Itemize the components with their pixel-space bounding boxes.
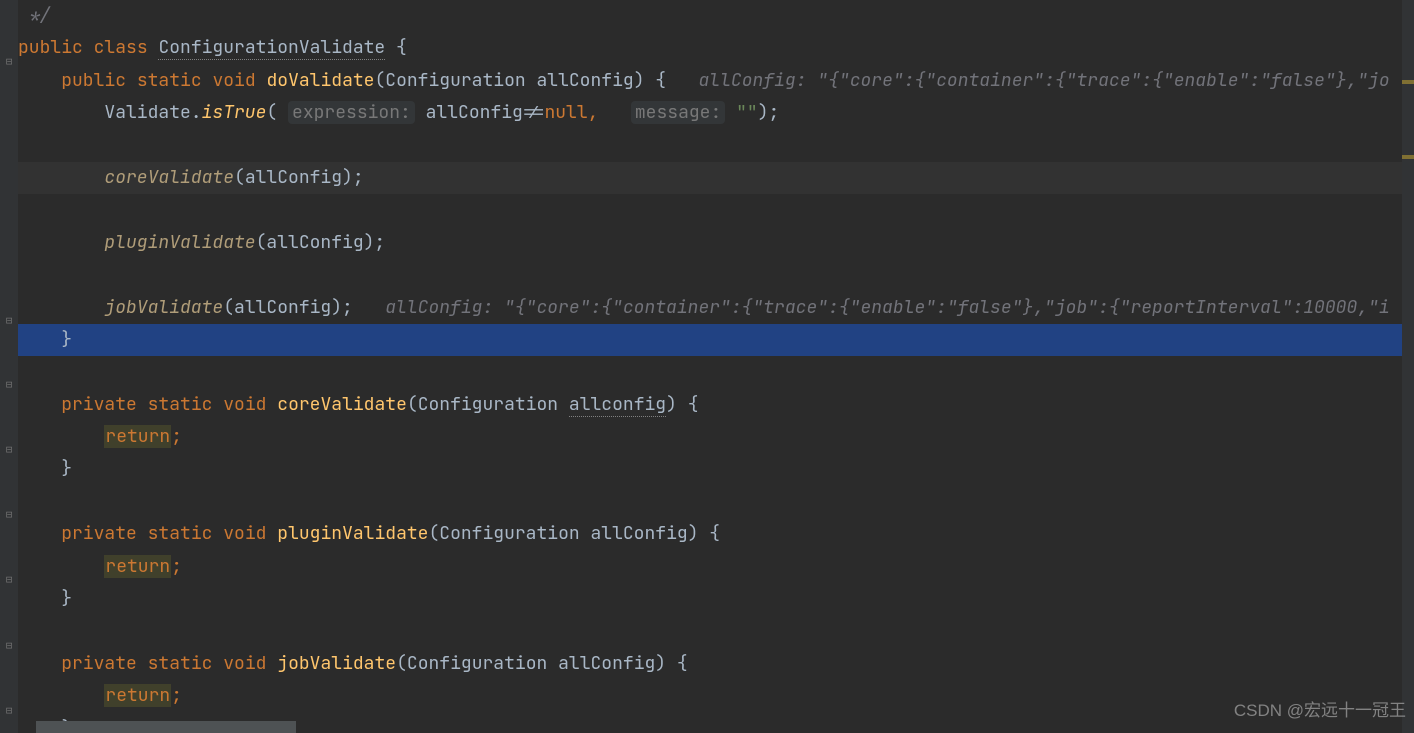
- code-line[interactable]: jobValidate(allConfig); allConfig: "{"co…: [18, 292, 1414, 324]
- warning-marker[interactable]: [1402, 155, 1414, 159]
- horizontal-scrollbar[interactable]: [36, 721, 1414, 733]
- code-line[interactable]: return;: [18, 421, 1414, 453]
- code-editor[interactable]: ⊟ ⊟ ⊟ ⊟ ⊟ ⊟ ⊟ ⊟ */ public class ConfigurationVa…: [0, 0, 1414, 733]
- code-line[interactable]: private static void jobValidate(Configur…: [18, 648, 1414, 680]
- code-line[interactable]: return;: [18, 680, 1414, 712]
- code-line[interactable]: [18, 130, 1414, 162]
- inlay-hint: allConfig: "{"core":{"container":{"trace…: [699, 69, 1390, 92]
- gutter: ⊟ ⊟ ⊟ ⊟ ⊟ ⊟ ⊟ ⊟: [0, 0, 18, 733]
- code-line[interactable]: private static void coreValidate(Configu…: [18, 389, 1414, 421]
- fold-icon[interactable]: ⊟: [3, 444, 15, 456]
- code-line[interactable]: [18, 615, 1414, 647]
- fold-icon[interactable]: ⊟: [3, 509, 15, 521]
- code-line[interactable]: }: [18, 453, 1414, 485]
- code-area[interactable]: */ public class ConfigurationValidate { …: [18, 0, 1414, 733]
- code-line[interactable]: public static void doValidate(Configurat…: [18, 65, 1414, 97]
- scroll-thumb[interactable]: [36, 721, 296, 733]
- warning-marker[interactable]: [1402, 80, 1414, 84]
- param-hint: expression:: [288, 101, 415, 124]
- code-line[interactable]: coreValidate(allConfig);: [18, 162, 1414, 194]
- code-line[interactable]: private static void pluginValidate(Confi…: [18, 518, 1414, 550]
- code-line[interactable]: [18, 356, 1414, 388]
- code-line[interactable]: [18, 486, 1414, 518]
- inlay-hint: allConfig: "{"core":{"container":{"trace…: [385, 296, 1389, 319]
- fold-icon[interactable]: ⊟: [3, 705, 15, 717]
- code-line[interactable]: public class ConfigurationValidate {: [18, 32, 1414, 64]
- code-line[interactable]: */: [18, 0, 1414, 32]
- execution-line[interactable]: }: [18, 324, 1414, 356]
- fold-icon[interactable]: ⊟: [3, 315, 15, 327]
- code-line[interactable]: Validate.isTrue( expression: allConfig!=…: [18, 97, 1414, 129]
- code-line[interactable]: [18, 194, 1414, 226]
- error-stripe[interactable]: [1402, 0, 1414, 733]
- code-line[interactable]: return;: [18, 551, 1414, 583]
- param-hint: message:: [631, 101, 725, 124]
- code-line[interactable]: pluginValidate(allConfig);: [18, 227, 1414, 259]
- code-line[interactable]: }: [18, 583, 1414, 615]
- fold-icon[interactable]: ⊟: [3, 640, 15, 652]
- code-line[interactable]: [18, 259, 1414, 291]
- fold-icon[interactable]: ⊟: [3, 379, 15, 391]
- fold-icon[interactable]: ⊟: [3, 56, 15, 68]
- fold-icon[interactable]: ⊟: [3, 574, 15, 586]
